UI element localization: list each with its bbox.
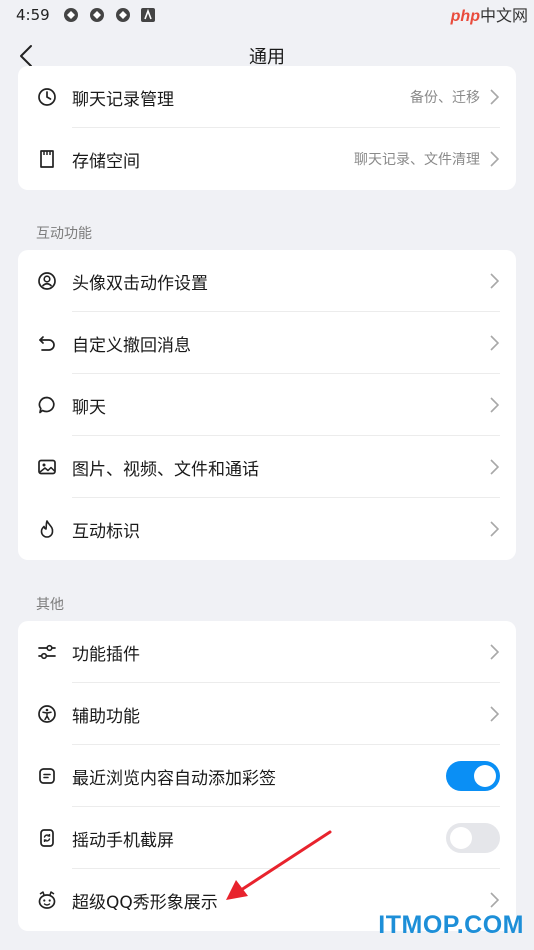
storage-icon — [36, 148, 58, 170]
chevron-right-icon — [488, 396, 500, 414]
shake-screenshot-toggle[interactable] — [446, 823, 500, 853]
card-other: 功能插件 辅助功能 最近浏览内容自动添加彩签 摇动手机截屏 超级QQ秀形象展示 — [18, 621, 516, 931]
row-chat-history[interactable]: 聊天记录管理 备份、迁移 — [18, 66, 516, 128]
chat-bubble-icon — [36, 394, 58, 416]
row-label: 互动标识 — [72, 521, 140, 542]
flame-icon — [36, 518, 58, 540]
toggle-knob — [450, 827, 472, 849]
app-notification-icon — [140, 7, 156, 23]
row-label: 功能插件 — [72, 644, 140, 665]
row-label: 聊天 — [72, 397, 106, 418]
clock-icon — [36, 86, 58, 108]
row-auto-add-sticky: 最近浏览内容自动添加彩签 — [18, 745, 516, 807]
avatar-icon — [36, 270, 58, 292]
chevron-right-icon — [488, 88, 500, 106]
sliders-icon — [36, 641, 58, 663]
card-storage: 聊天记录管理 备份、迁移 存储空间 聊天记录、文件清理 — [18, 66, 516, 190]
row-label: 超级QQ秀形象展示 — [72, 892, 218, 913]
auto-add-sticky-toggle[interactable] — [446, 761, 500, 791]
chevron-right-icon — [488, 458, 500, 476]
row-label: 辅助功能 — [72, 706, 140, 727]
row-label: 图片、视频、文件和通话 — [72, 459, 259, 480]
chevron-right-icon — [488, 891, 500, 909]
row-avatar-double-tap[interactable]: 头像双击动作设置 — [18, 250, 516, 312]
watermark-itmop: ITMOP.COM — [378, 911, 524, 939]
watermark-cn-text: 中文网 — [479, 8, 528, 25]
watermark-php-text: php — [450, 8, 480, 25]
row-label: 聊天记录管理 — [72, 89, 174, 110]
row-accessibility[interactable]: 辅助功能 — [18, 683, 516, 745]
chevron-right-icon — [488, 272, 500, 290]
qq-show-icon — [36, 889, 58, 911]
chevron-right-icon — [488, 705, 500, 723]
row-label: 自定义撤回消息 — [72, 335, 191, 356]
chevron-right-icon — [488, 643, 500, 661]
image-icon — [36, 456, 58, 478]
row-value: 聊天记录、文件清理 — [354, 152, 480, 168]
row-label: 摇动手机截屏 — [72, 830, 174, 851]
undo-icon — [36, 332, 58, 354]
status-time: 4:59 — [16, 6, 50, 24]
notification-icon — [88, 6, 106, 24]
chevron-right-icon — [488, 150, 500, 168]
chevron-right-icon — [488, 334, 500, 352]
notification-icon — [114, 6, 132, 24]
notification-icon — [62, 6, 80, 24]
row-value: 备份、迁移 — [410, 90, 480, 106]
section-title-other: 其他 — [36, 597, 64, 613]
accessibility-icon — [36, 703, 58, 725]
row-label: 最近浏览内容自动添加彩签 — [72, 768, 276, 789]
row-interaction-badges[interactable]: 互动标识 — [18, 498, 516, 560]
row-label: 存储空间 — [72, 151, 140, 172]
row-media-files-calls[interactable]: 图片、视频、文件和通话 — [18, 436, 516, 498]
watermark-php: php中文网 — [451, 2, 528, 26]
row-storage[interactable]: 存储空间 聊天记录、文件清理 — [18, 128, 516, 190]
chevron-left-icon — [20, 45, 32, 67]
shake-phone-icon — [36, 827, 58, 849]
note-icon — [36, 765, 58, 787]
section-title-interactive: 互动功能 — [36, 226, 92, 242]
row-chat[interactable]: 聊天 — [18, 374, 516, 436]
chevron-right-icon — [488, 520, 500, 538]
toggle-knob — [474, 765, 496, 787]
row-label: 头像双击动作设置 — [72, 273, 208, 294]
row-custom-recall[interactable]: 自定义撤回消息 — [18, 312, 516, 374]
row-shake-screenshot: 摇动手机截屏 — [18, 807, 516, 869]
row-plugins[interactable]: 功能插件 — [18, 621, 516, 683]
card-interactive: 头像双击动作设置 自定义撤回消息 聊天 图片、视频、文件和通话 互动标识 — [18, 250, 516, 560]
